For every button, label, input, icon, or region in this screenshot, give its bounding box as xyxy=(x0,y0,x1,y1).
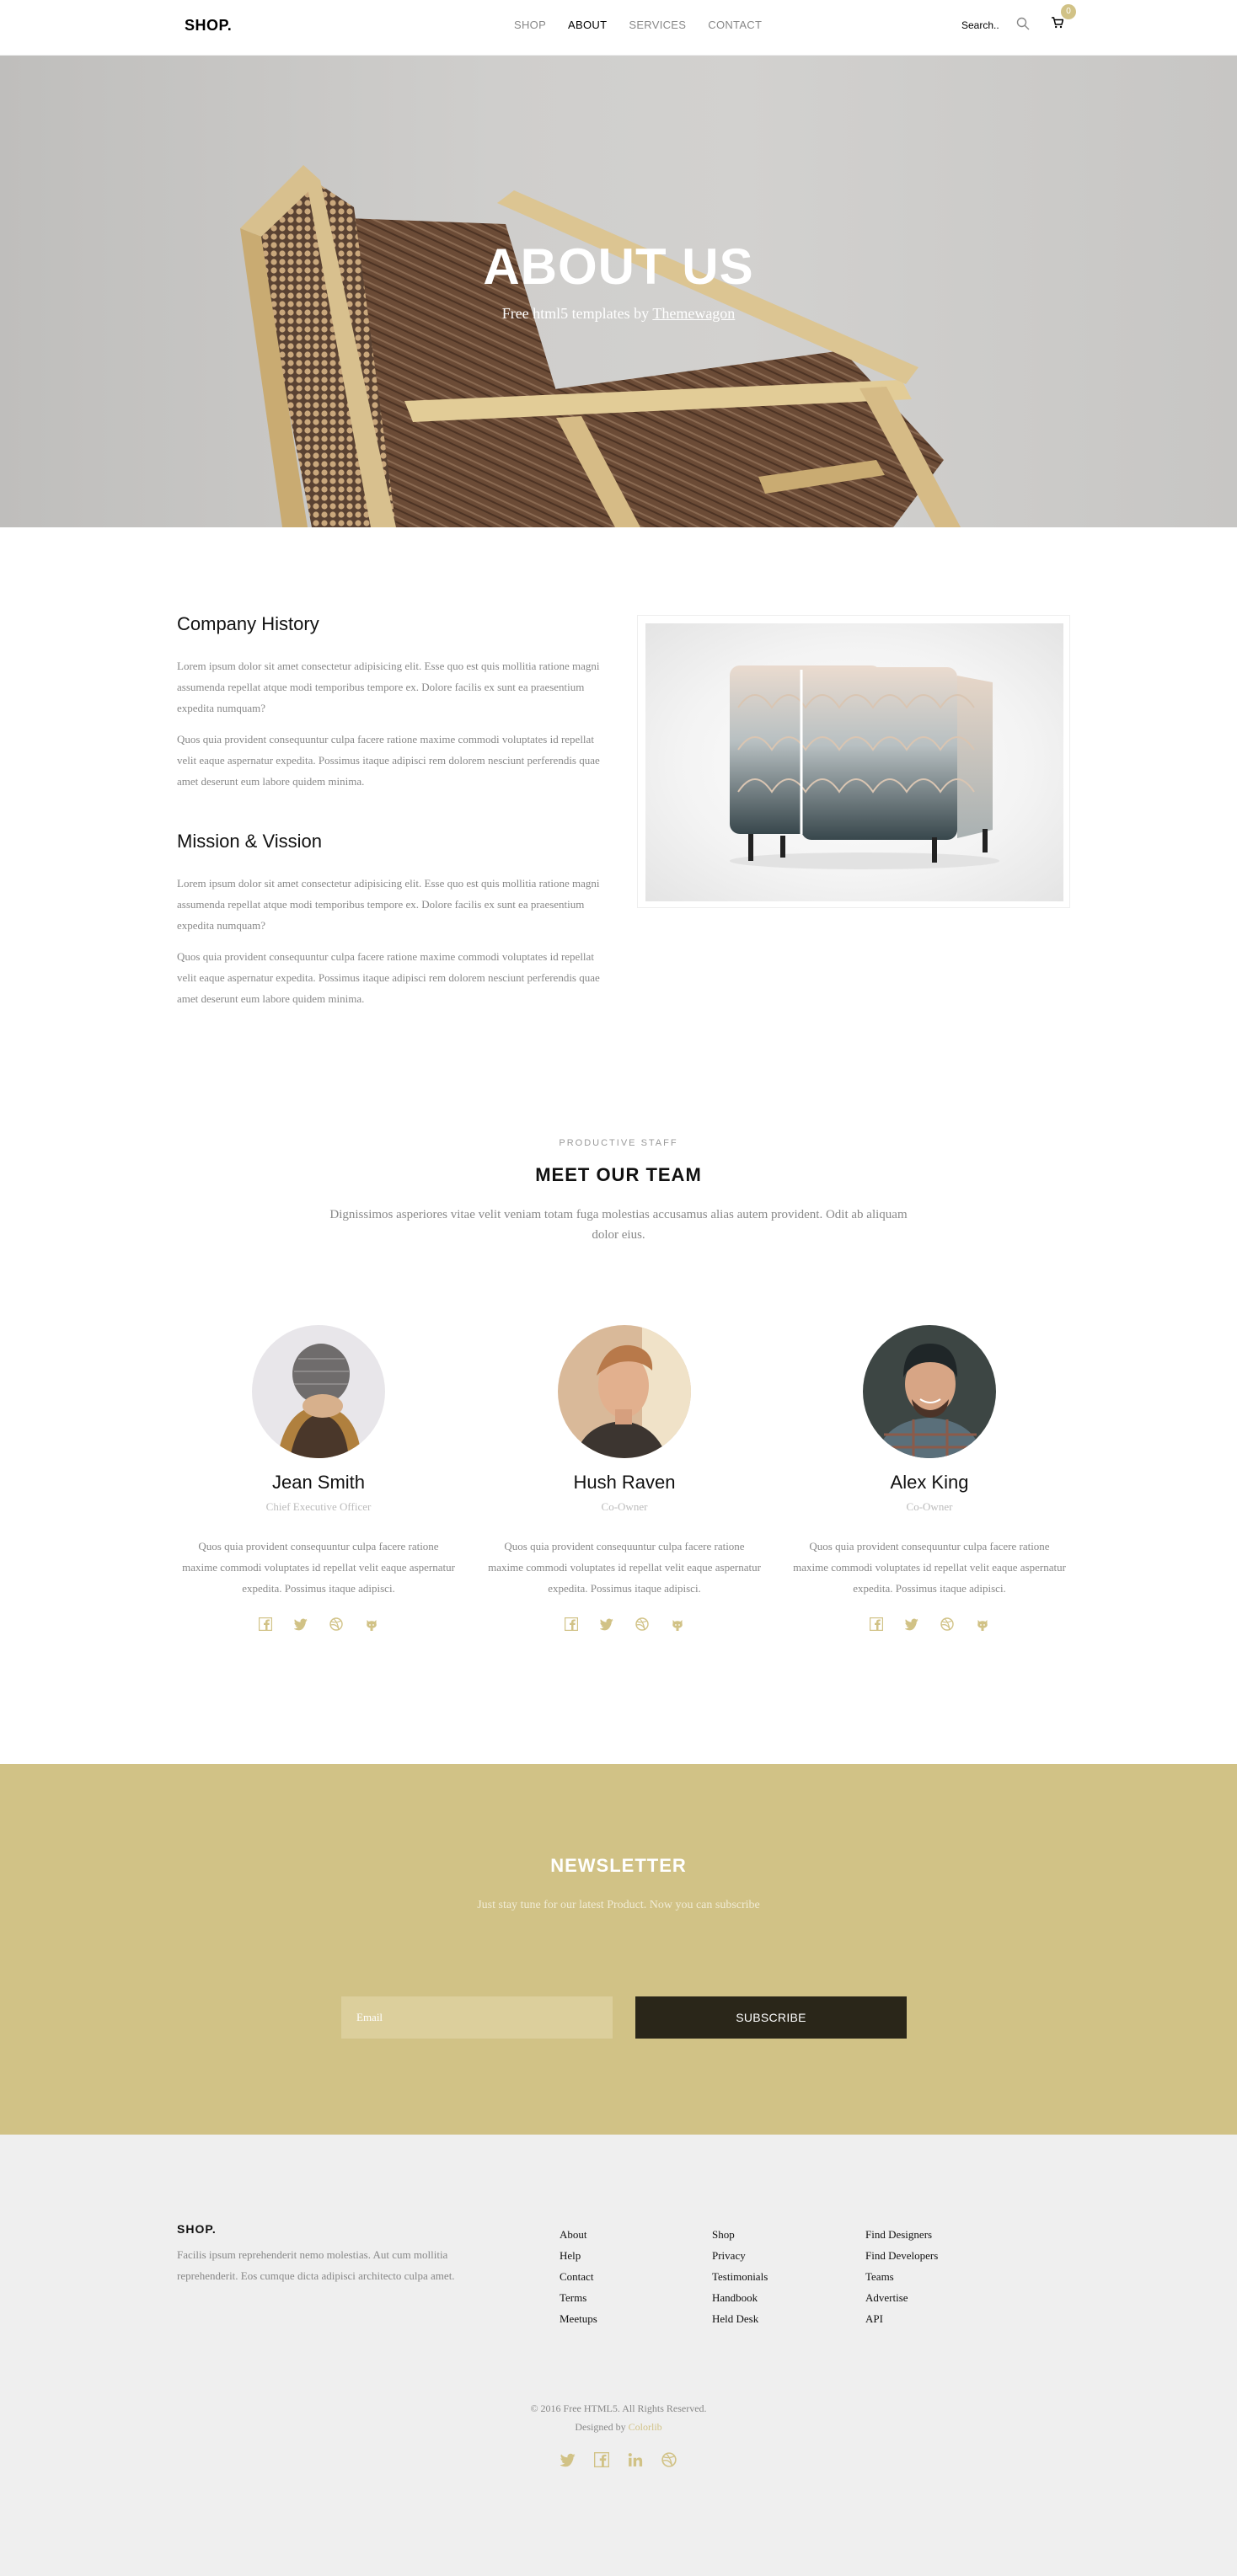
company-history-paragraph: Quos quia provident consequuntur culpa f… xyxy=(177,733,600,788)
footer-link[interactable]: API xyxy=(865,2308,938,2329)
team-tagline: PRODUCTIVE STAFF xyxy=(559,1138,678,1148)
facebook-icon[interactable] xyxy=(258,1617,273,1632)
footer-links-column: About Help Contact Terms Meetups xyxy=(560,2224,597,2329)
mission-section: Mission & Vission Lorem ipsum dolor sit … xyxy=(177,831,602,1009)
member-name: Hush Raven xyxy=(573,1472,676,1493)
member-socials xyxy=(485,1617,763,1632)
member-role: Co-Owner xyxy=(906,1500,953,1513)
search-input[interactable]: Search.. xyxy=(961,19,999,31)
avatar xyxy=(558,1325,691,1458)
footer-links-column: Find Designers Find Developers Teams Adv… xyxy=(865,2224,938,2329)
newsletter-title: NEWSLETTER xyxy=(550,1855,687,1876)
twitter-icon[interactable] xyxy=(293,1617,308,1631)
github-icon[interactable] xyxy=(976,1617,989,1631)
member-bio: Quos quia provident consequuntur culpa f… xyxy=(793,1540,1066,1595)
mission-paragraph: Quos quia provident consequuntur culpa f… xyxy=(177,950,600,1005)
dribbble-icon[interactable] xyxy=(661,2452,677,2467)
team-member-card: Jean Smith Chief Executive Officer Quos … xyxy=(179,1325,458,1632)
github-icon[interactable] xyxy=(365,1617,378,1631)
site-footer: SHOP. Facilis ipsum reprehenderit nemo m… xyxy=(0,2135,1237,2576)
team-member-card: Hush Raven Co-Owner Quos quia provident … xyxy=(485,1325,763,1632)
linkedin-icon[interactable] xyxy=(628,2452,643,2467)
footer-link[interactable]: Held Desk xyxy=(712,2308,768,2329)
twitter-icon[interactable] xyxy=(904,1617,918,1631)
nav-item-about[interactable]: ABOUT xyxy=(568,19,607,31)
member-socials xyxy=(790,1617,1068,1632)
copyright-text: © 2016 Free HTML5. All Rights Reserved. xyxy=(530,2402,707,2414)
search-icon[interactable] xyxy=(1016,17,1030,30)
nav-item-contact[interactable]: CONTACT xyxy=(708,19,762,31)
member-name: Jean Smith xyxy=(271,1472,366,1493)
dribbble-icon[interactable] xyxy=(329,1617,343,1631)
nav-item-services[interactable]: SERVICES xyxy=(629,19,686,31)
footer-link[interactable]: Handbook xyxy=(712,2287,768,2308)
hero-banner: ABOUT US Free html5 templates by Themewa… xyxy=(0,56,1237,527)
themewagon-link[interactable]: Themewagon xyxy=(652,305,735,322)
designed-by: Designed by Colorlib xyxy=(0,2418,1237,2436)
footer-link[interactable]: Help xyxy=(560,2245,597,2266)
copyright: © 2016 Free HTML5. All Rights Reserved. … xyxy=(0,2399,1237,2436)
member-role: Chief Executive Officer xyxy=(265,1500,372,1513)
github-icon[interactable] xyxy=(671,1617,684,1631)
footer-link[interactable]: Find Designers xyxy=(865,2224,938,2245)
team-member-card: Alex King Co-Owner Quos quia provident c… xyxy=(790,1325,1068,1632)
footer-link[interactable]: Privacy xyxy=(712,2245,768,2266)
team-title: MEET OUR TEAM xyxy=(535,1164,702,1185)
footer-link[interactable]: About xyxy=(560,2224,597,2245)
sideboard-illustration xyxy=(730,665,999,869)
company-history-paragraph: Lorem ipsum dolor sit amet consectetur a… xyxy=(177,660,600,714)
member-name: Alex King xyxy=(890,1472,969,1493)
mission-title: Mission & Vission xyxy=(177,831,322,852)
member-bio: Quos quia provident consequuntur culpa f… xyxy=(182,1540,455,1595)
dribbble-icon[interactable] xyxy=(635,1617,649,1631)
top-navbar: SHOP. SHOP ABOUT SERVICES CONTACT Search… xyxy=(0,0,1237,56)
colorlib-link[interactable]: Colorlib xyxy=(629,2421,662,2433)
avatar xyxy=(252,1325,385,1458)
cart-icon[interactable] xyxy=(1052,17,1063,29)
company-history-section: Company History Lorem ipsum dolor sit am… xyxy=(177,613,602,792)
member-socials xyxy=(179,1617,458,1632)
avatar xyxy=(863,1325,996,1458)
dribbble-icon[interactable] xyxy=(940,1617,954,1631)
email-field[interactable] xyxy=(341,1996,613,2039)
footer-link[interactable]: Shop xyxy=(712,2224,768,2245)
footer-link[interactable]: Find Developers xyxy=(865,2245,938,2266)
member-bio: Quos quia provident consequuntur culpa f… xyxy=(488,1540,761,1595)
designed-by-text: Designed by xyxy=(575,2421,626,2433)
subscribe-button[interactable]: SUBSCRIBE xyxy=(635,1996,907,2039)
hero-subtitle: Free html5 templates by Themewagon xyxy=(0,305,1237,323)
footer-link[interactable]: Testimonials xyxy=(712,2266,768,2287)
footer-link[interactable]: Terms xyxy=(560,2287,597,2308)
footer-logo[interactable]: SHOP. xyxy=(177,2222,217,2236)
twitter-icon[interactable] xyxy=(599,1617,613,1631)
footer-links-column: Shop Privacy Testimonials Handbook Held … xyxy=(712,2224,768,2329)
footer-link[interactable]: Meetups xyxy=(560,2308,597,2329)
facebook-icon[interactable] xyxy=(593,2451,610,2468)
twitter-icon[interactable] xyxy=(559,2452,576,2467)
site-logo[interactable]: SHOP. xyxy=(185,17,232,35)
footer-about-text: Facilis ipsum reprehenderit nemo molesti… xyxy=(177,2248,455,2282)
about-image-frame xyxy=(637,615,1070,908)
mission-paragraph: Lorem ipsum dolor sit amet consectetur a… xyxy=(177,877,600,932)
cart-count-badge: 0 xyxy=(1061,4,1076,19)
facebook-icon[interactable] xyxy=(564,1617,579,1632)
footer-link[interactable]: Teams xyxy=(865,2266,938,2287)
member-role: Co-Owner xyxy=(601,1500,648,1513)
newsletter-section: NEWSLETTER Just stay tune for our latest… xyxy=(0,1764,1237,2135)
newsletter-subtitle: Just stay tune for our latest Product. N… xyxy=(477,1899,760,1911)
company-history-title: Company History xyxy=(177,613,319,634)
hero-title: ABOUT US xyxy=(483,238,754,295)
team-intro: Dignissimos asperiores vitae velit venia… xyxy=(329,1208,908,1242)
facebook-icon[interactable] xyxy=(869,1617,884,1632)
hero-subtitle-text: Free html5 templates by xyxy=(501,305,650,322)
main-menu: SHOP ABOUT SERVICES CONTACT xyxy=(514,19,762,31)
sideboard-image xyxy=(645,623,1063,901)
footer-link[interactable]: Contact xyxy=(560,2266,597,2287)
footer-socials xyxy=(0,2451,1237,2468)
nav-item-shop[interactable]: SHOP xyxy=(514,19,546,31)
footer-link[interactable]: Advertise xyxy=(865,2287,938,2308)
